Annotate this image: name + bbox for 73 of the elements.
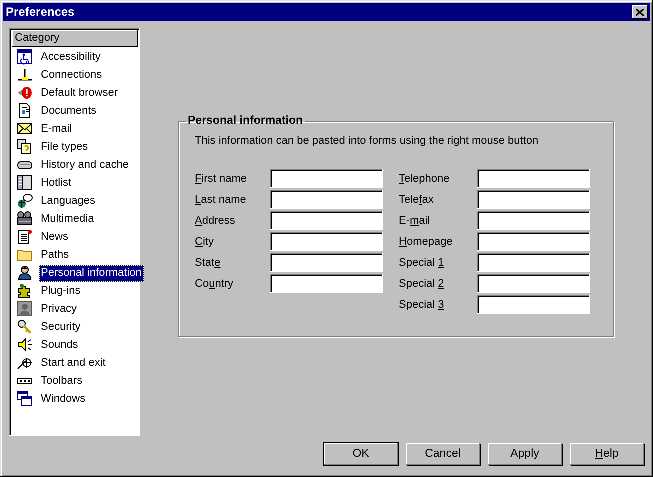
field-label: Last name: [195, 194, 248, 206]
window-title: Preferences: [6, 5, 75, 19]
category-item[interactable]: Start and exit: [39, 354, 108, 372]
silhouette-icon: [17, 301, 33, 317]
dialog-button[interactable]: Apply: [488, 443, 562, 465]
field-label: Country: [195, 278, 235, 290]
category-item[interactable]: History and cache: [39, 156, 132, 174]
category-item[interactable]: Connections: [39, 66, 104, 84]
input-field[interactable]: [477, 232, 590, 251]
category-item[interactable]: Toolbars: [39, 372, 85, 390]
panel-icon: [17, 175, 33, 191]
field-label: Telephone: [399, 172, 451, 184]
input-field[interactable]: [270, 253, 383, 272]
field-label: State: [195, 256, 222, 268]
input-field[interactable]: [477, 169, 590, 188]
help-button[interactable]: Help: [570, 443, 644, 465]
close-icon: [636, 8, 644, 16]
category-item[interactable]: Default browser: [39, 84, 120, 102]
field-label: Telefax: [399, 194, 435, 206]
speaker-icon: [17, 337, 33, 353]
field-label: Special 2: [399, 278, 446, 290]
field-label: Special 1: [399, 256, 446, 268]
wheelchair-icon: [17, 49, 33, 65]
key-icon: [17, 319, 33, 335]
category-item[interactable]: Security: [39, 318, 83, 336]
input-field[interactable]: [477, 190, 590, 209]
category-item[interactable]: Personal information: [39, 264, 144, 282]
question-documents-icon: [17, 139, 33, 155]
category-item[interactable]: Plug-ins: [39, 282, 83, 300]
category-item[interactable]: Accessibility: [39, 48, 103, 66]
stop-sign-icon: [17, 85, 33, 101]
category-item[interactable]: Multimedia: [39, 210, 96, 228]
column-header[interactable]: Category: [12, 30, 138, 47]
crosshair-arrow-icon: [17, 355, 33, 371]
input-field[interactable]: [270, 190, 383, 209]
input-field[interactable]: [477, 295, 590, 314]
field-label: Special 3: [399, 298, 446, 310]
dialog-button[interactable]: OK: [324, 443, 398, 465]
category-item[interactable]: Windows: [39, 390, 88, 408]
input-field[interactable]: [477, 274, 590, 293]
field-label: City: [195, 236, 215, 248]
document-icon: [17, 103, 33, 119]
category-item[interactable]: E-mail: [39, 120, 74, 138]
close-button[interactable]: [632, 5, 648, 19]
input-field[interactable]: [270, 169, 383, 188]
category-item[interactable]: Languages: [39, 192, 98, 210]
input-field[interactable]: [477, 211, 590, 230]
category-item[interactable]: File types: [39, 138, 90, 156]
dialog-button[interactable]: Cancel: [406, 443, 480, 465]
category-item[interactable]: Paths: [39, 246, 72, 264]
windows-icon: [17, 391, 33, 407]
envelope-icon: [17, 121, 33, 137]
field-label: Address: [195, 214, 236, 226]
category-item[interactable]: Privacy: [39, 300, 80, 318]
field-label: E-mail: [399, 214, 432, 226]
category-item[interactable]: Documents: [39, 102, 99, 120]
category-item[interactable]: Hotlist: [39, 174, 74, 192]
input-field[interactable]: [270, 211, 383, 230]
pinned-note-icon: [17, 229, 33, 245]
cable-icon: [17, 67, 33, 83]
category-item[interactable]: News: [39, 228, 71, 246]
globe-icon: [17, 193, 33, 209]
person-icon: [17, 265, 33, 281]
category-item[interactable]: Sounds: [39, 336, 80, 354]
description-text: This information can be pasted into forms using the right mouse button: [195, 135, 540, 147]
input-field[interactable]: [477, 253, 590, 272]
group-title: Personal information: [187, 115, 304, 127]
field-label: Homepage: [399, 236, 454, 248]
field-label: First name: [195, 172, 248, 184]
projector-icon: [17, 211, 33, 227]
puzzle-icon: [17, 283, 33, 299]
input-field[interactable]: [270, 232, 383, 251]
input-field[interactable]: [270, 274, 383, 293]
